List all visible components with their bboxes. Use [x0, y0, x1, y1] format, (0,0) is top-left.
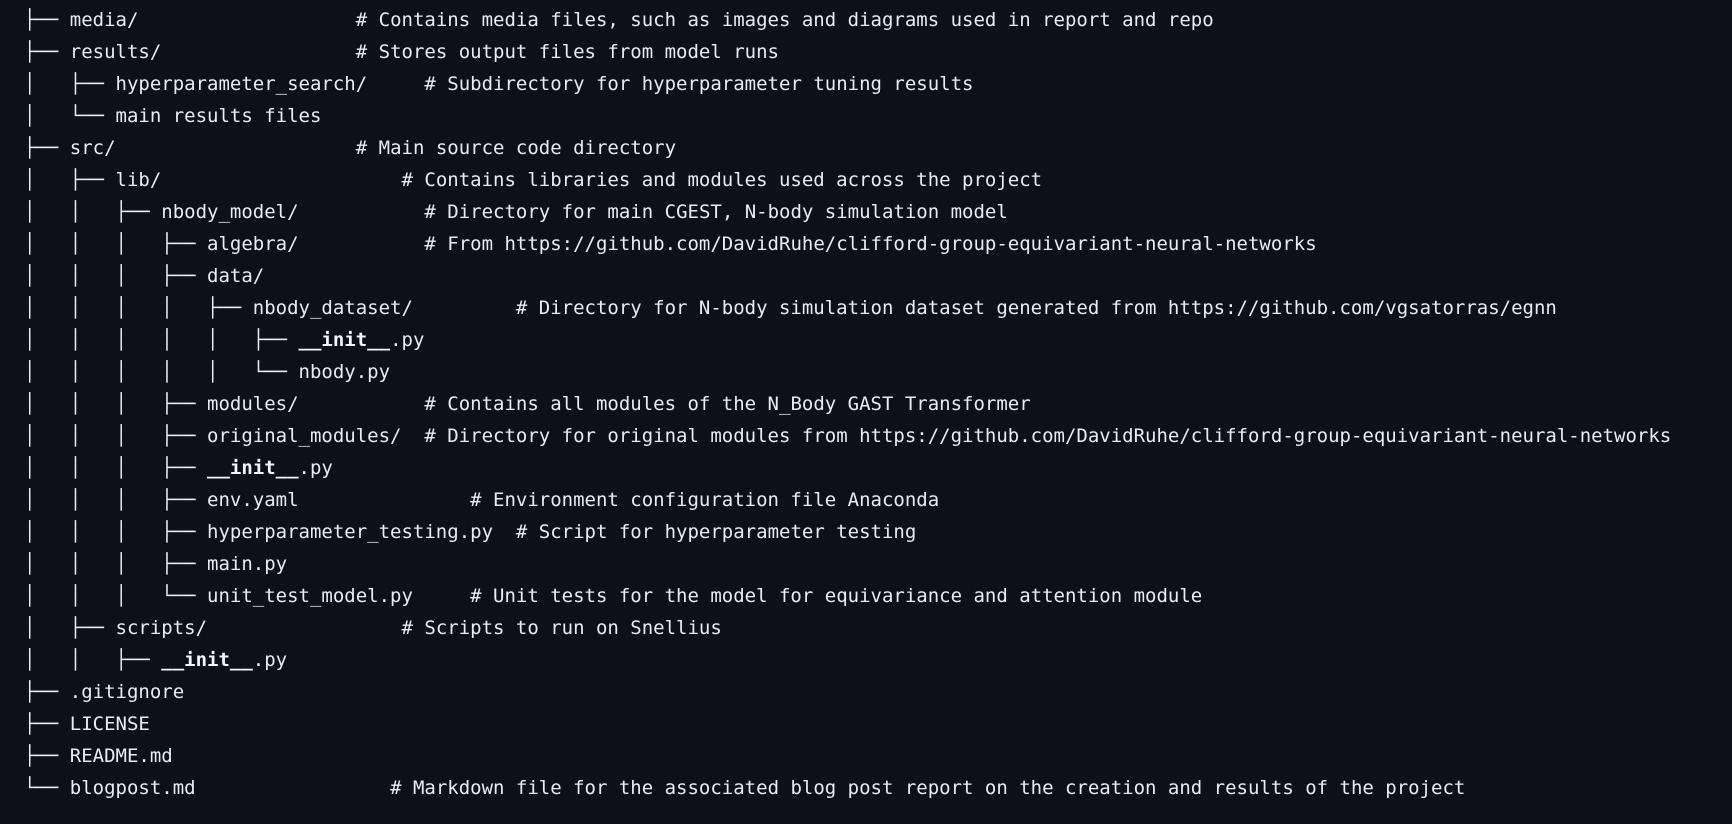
tree-entry-name: hyperparameter_search/	[115, 73, 368, 95]
tree-entry-name: __init__	[161, 649, 253, 671]
tree-entry-comment: # Environment configuration file Anacond…	[470, 489, 940, 511]
tree-line: │ │ │ ├── __init__.py	[24, 457, 333, 479]
tree-line: │ │ │ └── unit_test_model.py # Unit test…	[24, 585, 1203, 607]
tree-entry-comment: # Contains libraries and modules used ac…	[401, 169, 1043, 191]
tree-entry-name: hyperparameter_testing.py	[207, 521, 494, 543]
tree-entry-comment: # Directory for N-body simulation datase…	[515, 297, 1557, 319]
tree-line: │ │ │ ├── env.yaml # Environment configu…	[24, 489, 940, 511]
tree-line: ├── README.md	[24, 745, 173, 767]
tree-line: ├── .gitignore	[24, 681, 185, 703]
tree-entry-comment: # Stores output files from model runs	[355, 41, 779, 63]
tree-entry-name: main results files	[115, 105, 322, 127]
tree-entry-name: blogpost.md	[69, 777, 196, 799]
tree-entry-comment: # Contains media files, such as images a…	[355, 9, 1214, 31]
tree-line: │ ├── hyperparameter_search/ # Subdirect…	[24, 73, 974, 95]
tree-line: │ │ │ │ │ └── nbody.py	[24, 361, 391, 383]
tree-line: │ ├── lib/ # Contains libraries and modu…	[24, 169, 1043, 191]
directory-tree: ├── media/ # Contains media files, such …	[24, 4, 1732, 804]
tree-entry-name: nbody_dataset/	[252, 297, 413, 319]
tree-line: │ │ │ │ │ ├── __init__.py	[24, 329, 425, 351]
tree-entry-name: nbody_model/	[161, 201, 299, 223]
tree-entry-name: __init__	[298, 329, 391, 351]
tree-entry-name: __init__	[207, 457, 299, 479]
tree-entry-name: scripts/	[115, 617, 208, 639]
tree-entry-comment: # Markdown file for the associated blog …	[390, 777, 1466, 799]
tree-line: │ │ │ ├── modules/ # Contains all module…	[24, 393, 1031, 415]
tree-entry-name: original_modules/	[207, 425, 402, 447]
tree-line: ├── results/ # Stores output files from …	[24, 41, 779, 63]
tree-entry-name: data/	[207, 265, 265, 287]
tree-entry-name: media/	[69, 9, 139, 31]
tree-line: │ ├── scripts/ # Scripts to run on Snell…	[24, 617, 722, 639]
tree-entry-comment: # Script for hyperparameter testing	[515, 521, 917, 543]
tree-entry-name: main.py	[207, 553, 288, 575]
tree-entry-name: nbody.py	[298, 361, 391, 383]
tree-line: │ │ │ │ ├── nbody_dataset/ # Directory f…	[24, 297, 1557, 319]
tree-line: │ │ │ ├── algebra/ # From https://github…	[24, 233, 1317, 255]
tree-entry-name: env.yaml	[207, 489, 299, 511]
tree-line: └── blogpost.md # Markdown file for the …	[24, 777, 1466, 799]
tree-entry-comment: # Directory for main CGEST, N-body simul…	[424, 201, 1008, 223]
tree-entry-name: LICENSE	[69, 713, 150, 735]
tree-entry-name: unit_test_model.py	[207, 585, 413, 607]
tree-entry-name: lib/	[115, 169, 162, 191]
tree-line: │ │ │ ├── original_modules/ # Directory …	[24, 425, 1672, 447]
tree-entry-comment: # Subdirectory for hyperparameter tuning…	[424, 73, 974, 95]
tree-line: │ │ │ ├── data/	[24, 265, 265, 287]
tree-entry-comment: # Contains all modules of the N_Body GAS…	[424, 393, 1031, 415]
tree-entry-name: algebra/	[207, 233, 299, 255]
tree-entry-name: README.md	[69, 745, 173, 767]
tree-line: ├── media/ # Contains media files, such …	[24, 9, 1214, 31]
tree-line: ├── src/ # Main source code directory	[24, 137, 677, 159]
code-block: ├── media/ # Contains media files, such …	[0, 0, 1732, 824]
tree-line: │ │ ├── nbody_model/ # Directory for mai…	[24, 201, 1008, 223]
tree-entry-comment: # From https://github.com/DavidRuhe/clif…	[424, 233, 1317, 255]
tree-line: │ │ │ ├── hyperparameter_testing.py # Sc…	[24, 521, 917, 543]
tree-line: │ │ │ ├── main.py	[24, 553, 288, 575]
tree-entry-name: results/	[69, 41, 162, 63]
tree-entry-comment: # Main source code directory	[355, 137, 677, 159]
tree-entry-comment: # Scripts to run on Snellius	[401, 617, 722, 639]
tree-entry-comment: # Directory for original modules from ht…	[424, 425, 1672, 447]
tree-entry-name: src/	[69, 137, 116, 159]
tree-line: │ └── main results files	[24, 105, 322, 127]
tree-line: ├── LICENSE	[24, 713, 150, 735]
tree-entry-comment: # Unit tests for the model for equivaria…	[470, 585, 1203, 607]
tree-entry-name: .gitignore	[69, 681, 185, 703]
tree-line: │ │ ├── __init__.py	[24, 649, 288, 671]
tree-entry-name: modules/	[207, 393, 299, 415]
